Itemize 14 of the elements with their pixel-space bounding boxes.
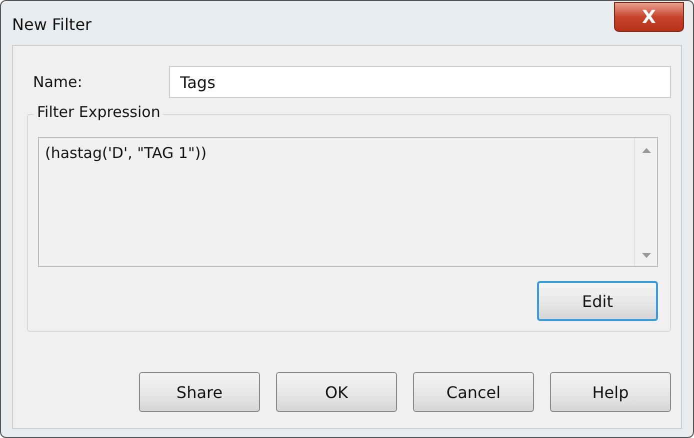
- dialog-button[interactable]: Cancel: [413, 372, 534, 412]
- name-label: Name:: [32, 73, 84, 91]
- edit-button[interactable]: Edit: [537, 281, 658, 321]
- dialog-button[interactable]: Share: [139, 372, 260, 412]
- scroll-down-icon[interactable]: [642, 253, 650, 258]
- dialog-button[interactable]: OK: [276, 372, 397, 412]
- close-button[interactable]: X: [614, 2, 684, 32]
- expression-text: (hastag('D', "TAG 1")): [44, 143, 208, 164]
- expression-field[interactable]: (hastag('D', "TAG 1")): [38, 137, 658, 267]
- group-title: Filter Expression: [34, 103, 164, 121]
- name-field[interactable]: Tags: [169, 66, 671, 98]
- dialog-button[interactable]: Help: [550, 372, 671, 412]
- scroll-up-icon[interactable]: [642, 148, 650, 153]
- window-title: New Filter: [12, 15, 92, 34]
